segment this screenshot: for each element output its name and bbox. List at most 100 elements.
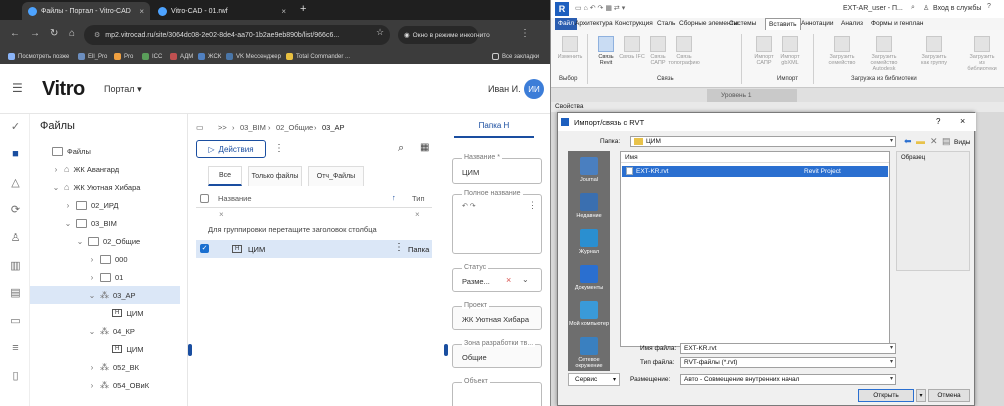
actions-button[interactable]: ▷ Действия xyxy=(196,140,266,158)
panel-title[interactable]: Папка Н xyxy=(454,114,534,138)
ribbon-button[interactable]: Связь Revit xyxy=(593,36,619,66)
ribbon-tab[interactable]: Файл xyxy=(555,18,577,30)
column-type[interactable]: Тип xyxy=(412,194,425,203)
object-field[interactable] xyxy=(452,382,542,406)
place-item[interactable]: Недавние xyxy=(568,193,610,219)
chevron-down-icon[interactable]: ⌄ xyxy=(522,275,529,284)
users-icon[interactable]: ♙ xyxy=(9,231,22,244)
portal-dropdown[interactable]: Портал ▾ xyxy=(104,84,142,95)
panel-collapse-handle[interactable] xyxy=(444,344,448,356)
place-item[interactable]: Документы xyxy=(568,265,610,291)
field-menu-icon[interactable]: ⋮ xyxy=(528,200,537,211)
forward-arrow-icon[interactable]: → xyxy=(30,28,40,39)
chevron-down-icon[interactable]: ⌄ xyxy=(88,291,96,300)
ribbon-button[interactable]: Загрузить семейство Autodesk xyxy=(871,36,897,72)
place-item[interactable]: Journal xyxy=(568,157,610,183)
tree-item[interactable]: ⌄ 03_BIM xyxy=(30,214,180,232)
placement-select[interactable]: Авто - Совмещение внутренних начал ▾ xyxy=(680,374,896,385)
ribbon-tab[interactable]: Конструкция xyxy=(615,20,653,27)
bookmark-item[interactable]: VK Мессенджер xyxy=(226,53,281,60)
search-icon[interactable]: ⌕ xyxy=(398,142,404,155)
ribbon-button[interactable]: Загрузить из библиотеки xyxy=(967,36,997,72)
clipboard-icon[interactable]: ▤ xyxy=(9,286,22,299)
tree-item[interactable]: Н ЦИМ xyxy=(30,340,180,358)
clear-filter-icon[interactable]: × xyxy=(219,210,224,219)
browser-menu-icon[interactable]: ⋮ xyxy=(520,28,530,39)
folder-select[interactable]: ЦИМ ▾ xyxy=(630,136,896,147)
tree-item[interactable]: Н ЦИМ xyxy=(30,304,180,322)
bookmark-item[interactable]: АДМ xyxy=(170,53,193,60)
ribbon-button[interactable]: Связь IFC xyxy=(619,36,645,60)
chevron-right-icon[interactable]: › xyxy=(88,381,96,390)
bookmark-star-icon[interactable]: ☆ xyxy=(376,27,384,38)
tree-item[interactable]: › 000 xyxy=(30,250,180,268)
breadcrumb-item[interactable]: >> xyxy=(218,123,227,132)
delete-icon[interactable]: ✕ xyxy=(930,136,938,147)
chevron-right-icon[interactable]: › xyxy=(88,273,96,282)
tree-item[interactable]: ⌄ ⌂ ЖК Уютная Хибара xyxy=(30,178,180,196)
new-tab-button[interactable]: + xyxy=(300,3,306,15)
chevron-right-icon[interactable]: › xyxy=(88,255,96,264)
tree-item[interactable]: › 02_ИРД xyxy=(30,196,180,214)
help-icon[interactable]: ? xyxy=(987,3,991,10)
tab-reports[interactable]: Отч_Файлы xyxy=(308,166,364,186)
clear-filter-icon[interactable]: × xyxy=(415,210,420,219)
ribbon-tab[interactable]: Вставить xyxy=(765,18,801,30)
folder-outline-icon[interactable]: ▭ xyxy=(9,314,22,327)
close-tab-icon[interactable]: × xyxy=(281,7,286,16)
view-tab[interactable]: Уровень 1 xyxy=(707,89,797,102)
search-icon[interactable]: ⌕ xyxy=(911,4,915,12)
ribbon-button[interactable]: Изменить xyxy=(557,36,583,60)
tree-item[interactable]: › ⁂ 052_ВК xyxy=(30,358,180,376)
all-bookmarks[interactable]: Все закладки xyxy=(492,53,539,60)
up-folder-icon[interactable]: ▬ xyxy=(916,136,925,146)
select-all-checkbox[interactable] xyxy=(200,194,209,203)
chevron-right-icon[interactable]: › xyxy=(64,201,72,210)
row-menu-icon[interactable]: ⋮ xyxy=(394,242,404,253)
bookmark-item[interactable]: ICC xyxy=(142,53,162,60)
tree-item[interactable]: › ⁂ 054_ОВиК xyxy=(30,376,180,394)
breadcrumb-folder-icon[interactable]: ▭ xyxy=(196,123,204,132)
incognito-badge[interactable]: ◉ Окно в режиме инкогнито xyxy=(398,26,490,44)
row-checkbox[interactable]: ✓ xyxy=(200,244,209,253)
ribbon-tab[interactable]: Сталь xyxy=(657,20,675,27)
chevron-down-icon[interactable]: ⌄ xyxy=(64,219,72,228)
ribbon-tab[interactable]: Архитектура xyxy=(575,20,613,27)
bookmark-item[interactable]: Total Commander ... xyxy=(286,53,350,60)
views-label[interactable]: Виды xyxy=(954,139,970,146)
breadcrumb-item[interactable]: 03_BIM xyxy=(240,123,266,132)
tree-item[interactable]: ⌄ ⁂ 03_АР xyxy=(30,286,180,304)
place-item[interactable]: Мой компьютер xyxy=(568,301,610,327)
tree-item[interactable]: › ⌂ ЖК Авангард xyxy=(30,160,180,178)
tree-item[interactable]: ⌄ 02_Общие xyxy=(30,232,180,250)
tools-button[interactable]: Сервис ▾ xyxy=(568,373,620,386)
browser-tab-files[interactable]: Файлы - Портал - Vitro-CAD × xyxy=(22,2,150,20)
place-item[interactable]: Сетевое окружение xyxy=(568,337,610,369)
tree-item[interactable]: Файлы xyxy=(30,142,180,160)
check-circle-icon[interactable]: ✓ xyxy=(9,120,22,133)
chevron-down-icon[interactable]: ⌄ xyxy=(88,327,96,336)
column-name-header[interactable]: Имя xyxy=(625,154,638,161)
ribbon-tab[interactable]: Формы и генплан xyxy=(871,20,924,27)
chevron-down-icon[interactable]: ⌄ xyxy=(76,237,84,246)
tree-item[interactable]: › 01 xyxy=(30,268,180,286)
table-row[interactable]: ✓ Н ЦИМ ⋮ Папка xyxy=(196,240,432,258)
revit-logo-icon[interactable]: R xyxy=(555,2,569,16)
ribbon-button[interactable]: Связь топографию xyxy=(668,36,700,66)
back-folder-icon[interactable]: ⬅ xyxy=(904,136,912,147)
open-options-arrow[interactable]: ▾ xyxy=(916,389,926,402)
tab-files-only[interactable]: Только файлы xyxy=(248,166,302,186)
dialog-help-button[interactable]: ? xyxy=(936,117,940,126)
place-item[interactable]: Журнал xyxy=(568,229,610,255)
list-icon[interactable]: ≡ xyxy=(9,341,22,354)
ribbon-button[interactable]: Связь САПР xyxy=(645,36,671,66)
warning-icon[interactable]: △ xyxy=(9,176,22,189)
close-tab-icon[interactable]: × xyxy=(139,7,144,16)
columns-icon[interactable]: ▦ xyxy=(420,142,429,153)
ribbon-tab[interactable]: Аннотации xyxy=(801,20,834,27)
panel-collapse-handle[interactable] xyxy=(188,344,192,356)
site-info-icon[interactable]: ⚙ xyxy=(94,31,100,39)
user-name[interactable]: Иван И. xyxy=(488,84,521,94)
hamburger-menu-icon[interactable]: ☰ xyxy=(12,81,23,95)
ribbon-button[interactable]: Импорт gbXML xyxy=(777,36,803,66)
